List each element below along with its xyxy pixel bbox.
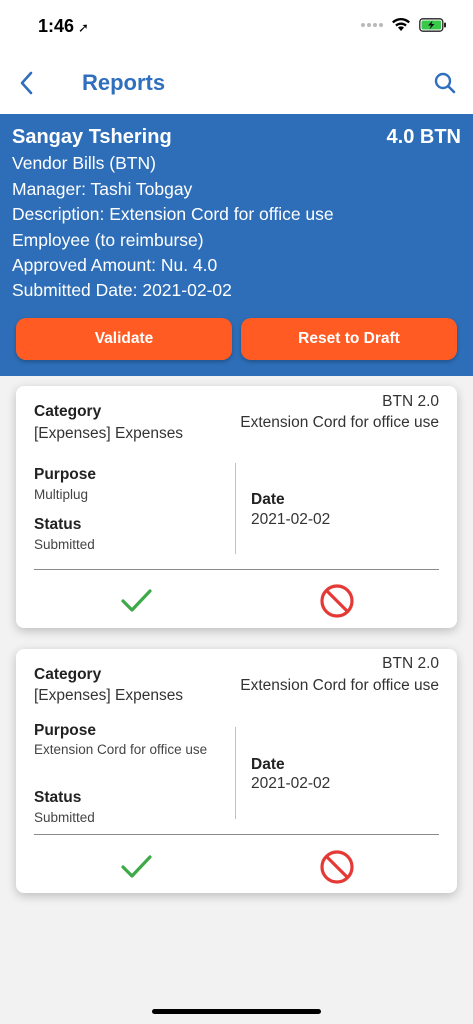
date-label: Date [251, 491, 285, 508]
search-button[interactable] [431, 69, 459, 97]
card-divider [34, 569, 439, 570]
category-label: Category [34, 666, 102, 683]
purpose-value: Multiplug [34, 487, 89, 502]
reject-button[interactable] [319, 849, 355, 885]
line-amount: BTN 2.0 [382, 655, 439, 672]
battery-charging-icon [419, 17, 446, 32]
line-amount: BTN 2.0 [382, 393, 439, 410]
expense-line-card: Category [Expenses] Expenses BTN 2.0 Ext… [16, 386, 457, 628]
status-bar: 1:46 ➚ [0, 0, 473, 52]
purpose-label: Purpose [34, 466, 97, 483]
location-icon: ➚ [78, 20, 89, 35]
date-value: 2021-02-02 [251, 511, 331, 528]
employee-name: Sangay Tshering [12, 126, 172, 148]
journal-line: Vendor Bills (BTN) [12, 153, 156, 173]
column-divider [235, 463, 236, 554]
search-icon [434, 72, 456, 94]
nav-bar: Reports [0, 52, 473, 114]
expense-line-card: Category [Expenses] Expenses BTN 2.0 Ext… [16, 649, 457, 893]
reset-to-draft-button[interactable]: Reset to Draft [241, 318, 457, 360]
purpose-label: Purpose [34, 722, 97, 739]
category-value: [Expenses] Expenses [34, 687, 184, 704]
status-indicators [361, 17, 447, 32]
column-divider [235, 727, 236, 819]
purpose-value: Extension Cord for office use [34, 742, 208, 757]
page-title: Reports [82, 70, 166, 95]
cellular-signal-icon [361, 22, 383, 27]
back-button[interactable] [14, 68, 40, 98]
clock: 1:46 [38, 16, 75, 36]
ban-icon [320, 850, 354, 884]
description-line: Description: Extension Cord for office u… [12, 204, 334, 224]
date-value: 2021-02-02 [251, 775, 331, 792]
report-total: 4.0 BTN [386, 126, 461, 148]
submitted-date-line: Submitted Date: 2021-02-02 [12, 280, 232, 300]
reject-button[interactable] [319, 583, 355, 619]
validate-button[interactable]: Validate [16, 318, 232, 360]
ban-icon [320, 584, 354, 618]
report-summary: Sangay Tshering 4.0 BTN Vendor Bills (BT… [0, 114, 473, 376]
category-label: Category [34, 403, 102, 420]
approve-button[interactable] [118, 583, 154, 619]
card-divider [34, 834, 439, 835]
category-value: [Expenses] Expenses [34, 425, 184, 442]
home-indicator[interactable] [152, 1009, 321, 1014]
approve-button[interactable] [118, 849, 154, 885]
approved-amount-line: Approved Amount: Nu. 4.0 [12, 255, 218, 275]
check-icon [121, 589, 152, 612]
line-description: Extension Cord for office use [240, 677, 439, 694]
status-value: Submitted [34, 810, 95, 825]
chevron-left-icon [20, 71, 33, 95]
status-value: Submitted [34, 537, 95, 552]
wifi-icon [392, 17, 410, 31]
status-time: 1:46 ➚ [38, 16, 89, 37]
manager-line: Manager: Tashi Tobgay [12, 179, 193, 199]
payment-mode-line: Employee (to reimburse) [12, 230, 204, 250]
line-description: Extension Cord for office use [240, 414, 439, 431]
status-label: Status [34, 516, 82, 533]
date-label: Date [251, 756, 285, 773]
check-icon [121, 855, 152, 878]
status-label: Status [34, 789, 82, 806]
